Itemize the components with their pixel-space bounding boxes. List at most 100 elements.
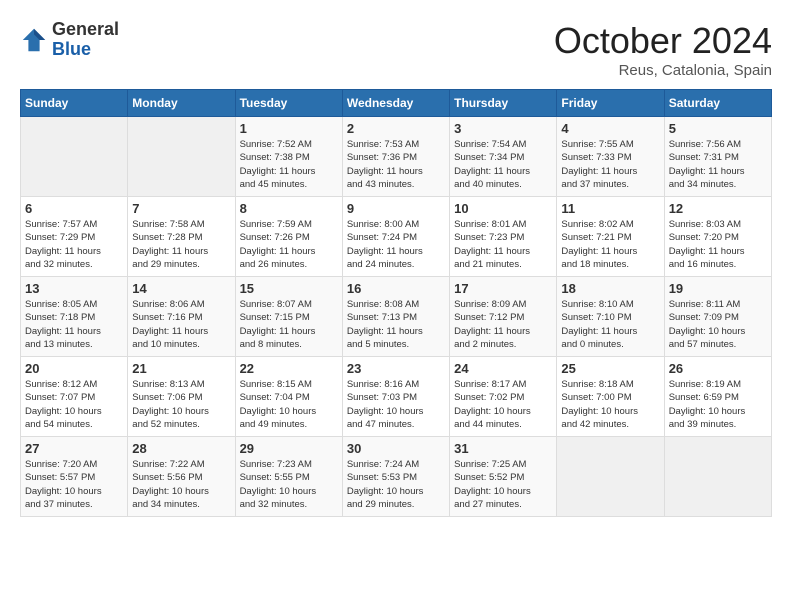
day-cell: 13Sunrise: 8:05 AM Sunset: 7:18 PM Dayli… (21, 277, 128, 357)
day-info: Sunrise: 7:53 AM Sunset: 7:36 PM Dayligh… (347, 138, 445, 191)
day-info: Sunrise: 7:23 AM Sunset: 5:55 PM Dayligh… (240, 458, 338, 511)
day-info: Sunrise: 7:52 AM Sunset: 7:38 PM Dayligh… (240, 138, 338, 191)
day-number: 13 (25, 281, 123, 296)
day-cell (128, 117, 235, 197)
day-number: 23 (347, 361, 445, 376)
column-header-friday: Friday (557, 90, 664, 117)
week-row-5: 27Sunrise: 7:20 AM Sunset: 5:57 PM Dayli… (21, 437, 772, 517)
day-info: Sunrise: 8:08 AM Sunset: 7:13 PM Dayligh… (347, 298, 445, 351)
day-cell: 17 Sunrise: 8:09 AM Sunset: 7:12 PM Dayli… (450, 277, 557, 357)
day-info: Sunrise: 7:55 AM Sunset: 7:33 PM Dayligh… (561, 138, 659, 191)
title-block: October 2024 Reus, Catalonia, Spain (554, 20, 772, 79)
day-info: Sunrise: 7:59 AM Sunset: 7:26 PM Dayligh… (240, 218, 338, 271)
day-cell: 20 Sunrise: 8:12 AM Sunset: 7:07 PM Dayli… (21, 357, 128, 437)
day-number: 8 (240, 201, 338, 216)
day-cell: 14 Sunrise: 8:06 AM Sunset: 7:16 PM Dayli… (128, 277, 235, 357)
day-number: 31 (454, 441, 552, 456)
day-cell: 11 Sunrise: 8:02 AM Sunset: 7:21 PM Dayli… (557, 197, 664, 277)
calendar-header: SundayMondayTuesdayWednesdayThursdayFrid… (21, 90, 772, 117)
day-cell: 28 Sunrise: 7:22 AM Sunset: 5:56 PM Dayli… (128, 437, 235, 517)
day-cell (21, 117, 128, 197)
day-number: 25 (561, 361, 659, 376)
day-cell: 7 Sunrise: 7:58 AM Sunset: 7:28 PM Daylig… (128, 197, 235, 277)
day-number: 28 (132, 441, 230, 456)
day-info: Sunrise: 7:25 AM Sunset: 5:52 PM Dayligh… (454, 458, 552, 511)
day-cell: 16 Sunrise: 8:08 AM Sunset: 7:13 PM Dayli… (342, 277, 449, 357)
day-cell: 10 Sunrise: 8:01 AM Sunset: 7:23 PM Dayli… (450, 197, 557, 277)
day-number: 14 (132, 281, 230, 296)
day-info: Sunrise: 7:22 AM Sunset: 5:56 PM Dayligh… (132, 458, 230, 511)
day-cell: 23 Sunrise: 8:16 AM Sunset: 7:03 PM Dayli… (342, 357, 449, 437)
day-info: Sunrise: 8:03 AM Sunset: 7:20 PM Dayligh… (669, 218, 767, 271)
day-cell: 9 Sunrise: 8:00 AM Sunset: 7:24 PM Daylig… (342, 197, 449, 277)
week-row-4: 20 Sunrise: 8:12 AM Sunset: 7:07 PM Dayli… (21, 357, 772, 437)
day-number: 18 (561, 281, 659, 296)
logo: General Blue (20, 20, 119, 60)
day-info: Sunrise: 8:02 AM Sunset: 7:21 PM Dayligh… (561, 218, 659, 271)
logo-text: General Blue (52, 20, 119, 60)
day-number: 1 (240, 121, 338, 136)
day-info: Sunrise: 8:07 AM Sunset: 7:15 PM Dayligh… (240, 298, 338, 351)
column-header-thursday: Thursday (450, 90, 557, 117)
day-number: 17 (454, 281, 552, 296)
day-number: 9 (347, 201, 445, 216)
day-info: Sunrise: 7:57 AM Sunset: 7:29 PM Dayligh… (25, 218, 123, 271)
day-number: 11 (561, 201, 659, 216)
day-cell: 21 Sunrise: 8:13 AM Sunset: 7:06 PM Dayli… (128, 357, 235, 437)
day-info: Sunrise: 8:00 AM Sunset: 7:24 PM Dayligh… (347, 218, 445, 271)
day-number: 30 (347, 441, 445, 456)
day-info: Sunrise: 7:58 AM Sunset: 7:28 PM Dayligh… (132, 218, 230, 271)
week-row-2: 6 Sunrise: 7:57 AM Sunset: 7:29 PM Daylig… (21, 197, 772, 277)
day-number: 10 (454, 201, 552, 216)
day-info: Sunrise: 8:13 AM Sunset: 7:06 PM Dayligh… (132, 378, 230, 431)
day-cell: 2 Sunrise: 7:53 AM Sunset: 7:36 PM Daylig… (342, 117, 449, 197)
day-info: Sunrise: 8:06 AM Sunset: 7:16 PM Dayligh… (132, 298, 230, 351)
day-info: Sunrise: 8:09 AM Sunset: 7:12 PM Dayligh… (454, 298, 552, 351)
day-cell: 4Sunrise: 7:55 AM Sunset: 7:33 PM Daylig… (557, 117, 664, 197)
day-number: 21 (132, 361, 230, 376)
day-number: 26 (669, 361, 767, 376)
day-cell: 22Sunrise: 8:15 AM Sunset: 7:04 PM Dayli… (235, 357, 342, 437)
calendar-table: SundayMondayTuesdayWednesdayThursdayFrid… (20, 89, 772, 517)
day-cell: 6 Sunrise: 7:57 AM Sunset: 7:29 PM Daylig… (21, 197, 128, 277)
day-info: Sunrise: 8:11 AM Sunset: 7:09 PM Dayligh… (669, 298, 767, 351)
location-subtitle: Reus, Catalonia, Spain (554, 62, 772, 79)
day-cell: 18 Sunrise: 8:10 AM Sunset: 7:10 PM Dayli… (557, 277, 664, 357)
day-number: 5 (669, 121, 767, 136)
day-info: Sunrise: 7:56 AM Sunset: 7:31 PM Dayligh… (669, 138, 767, 191)
column-header-monday: Monday (128, 90, 235, 117)
day-cell: 31 Sunrise: 7:25 AM Sunset: 5:52 PM Dayli… (450, 437, 557, 517)
day-info: Sunrise: 8:12 AM Sunset: 7:07 PM Dayligh… (25, 378, 123, 431)
column-header-saturday: Saturday (664, 90, 771, 117)
day-number: 2 (347, 121, 445, 136)
day-cell: 15Sunrise: 8:07 AM Sunset: 7:15 PM Dayli… (235, 277, 342, 357)
day-info: Sunrise: 8:18 AM Sunset: 7:00 PM Dayligh… (561, 378, 659, 431)
day-number: 19 (669, 281, 767, 296)
day-cell: 25 Sunrise: 8:18 AM Sunset: 7:00 PM Dayli… (557, 357, 664, 437)
week-row-1: 1 Sunrise: 7:52 AM Sunset: 7:38 PM Daylig… (21, 117, 772, 197)
day-cell: 24Sunrise: 8:17 AM Sunset: 7:02 PM Dayli… (450, 357, 557, 437)
day-cell (557, 437, 664, 517)
day-cell: 12 Sunrise: 8:03 AM Sunset: 7:20 PM Dayli… (664, 197, 771, 277)
day-cell: 1 Sunrise: 7:52 AM Sunset: 7:38 PM Daylig… (235, 117, 342, 197)
day-info: Sunrise: 7:24 AM Sunset: 5:53 PM Dayligh… (347, 458, 445, 511)
day-cell: 8 Sunrise: 7:59 AM Sunset: 7:26 PM Daylig… (235, 197, 342, 277)
column-header-tuesday: Tuesday (235, 90, 342, 117)
day-info: Sunrise: 8:16 AM Sunset: 7:03 PM Dayligh… (347, 378, 445, 431)
day-number: 7 (132, 201, 230, 216)
day-number: 20 (25, 361, 123, 376)
day-cell: 29 Sunrise: 7:23 AM Sunset: 5:55 PM Dayli… (235, 437, 342, 517)
day-number: 16 (347, 281, 445, 296)
day-info: Sunrise: 8:15 AM Sunset: 7:04 PM Dayligh… (240, 378, 338, 431)
day-number: 3 (454, 121, 552, 136)
day-number: 29 (240, 441, 338, 456)
page-header: General Blue October 2024 Reus, Cataloni… (20, 20, 772, 79)
day-number: 27 (25, 441, 123, 456)
day-info: Sunrise: 7:54 AM Sunset: 7:34 PM Dayligh… (454, 138, 552, 191)
day-info: Sunrise: 8:01 AM Sunset: 7:23 PM Dayligh… (454, 218, 552, 271)
day-cell: 3 Sunrise: 7:54 AM Sunset: 7:34 PM Daylig… (450, 117, 557, 197)
day-cell: 30 Sunrise: 7:24 AM Sunset: 5:53 PM Dayli… (342, 437, 449, 517)
day-number: 6 (25, 201, 123, 216)
day-number: 12 (669, 201, 767, 216)
day-info: Sunrise: 8:10 AM Sunset: 7:10 PM Dayligh… (561, 298, 659, 351)
